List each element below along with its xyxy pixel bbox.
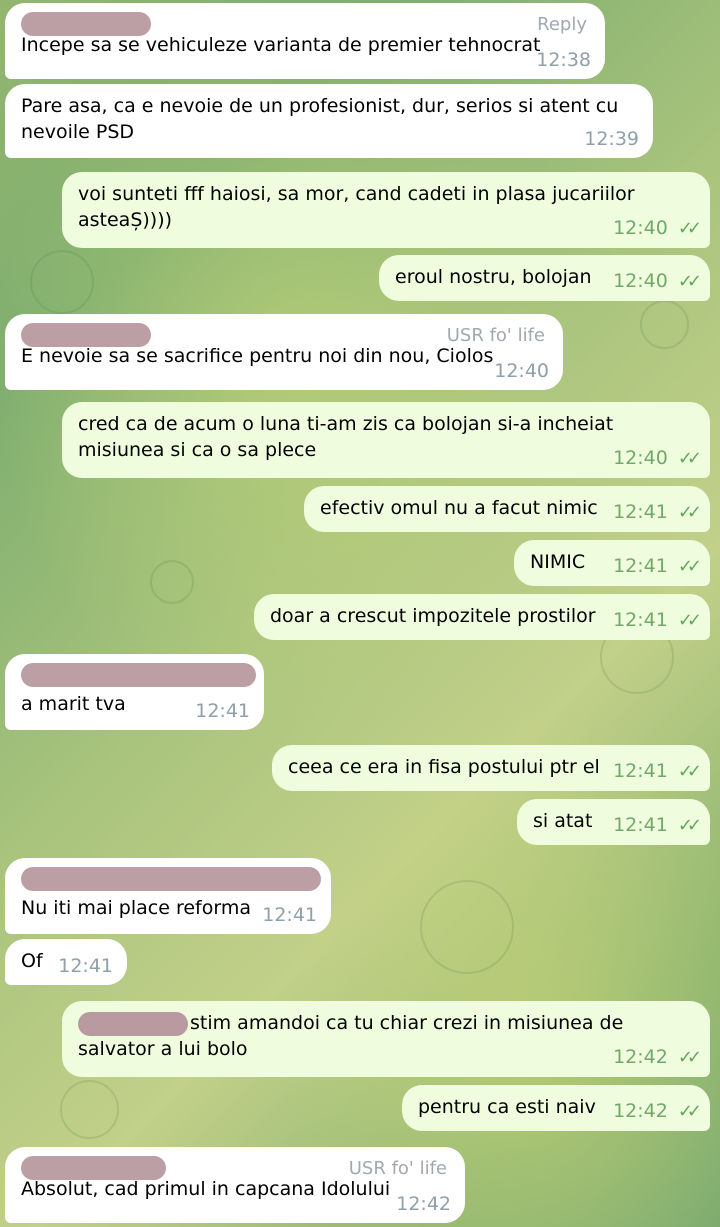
- background-doodle: [150, 560, 194, 604]
- message-time: 12:41: [613, 814, 668, 836]
- outgoing-message[interactable]: efectiv omul nu a facut nimic 12:41 ✓✓: [304, 486, 710, 532]
- message-meta: 12:41 ✓✓: [613, 499, 702, 526]
- message-time: 12:40: [613, 447, 668, 469]
- message-text: Pare asa, ca e nevoie de un profesionist…: [21, 95, 625, 143]
- sender-title: USR fo' life: [348, 1158, 447, 1179]
- incoming-message[interactable]: Of 12:41: [5, 939, 127, 985]
- message-meta: 12:41 ✓✓: [613, 812, 702, 839]
- message-time: 12:39: [584, 128, 639, 150]
- incoming-message[interactable]: a marit tva 12:41: [5, 654, 264, 730]
- message-meta: 12:40 ✓✓: [613, 268, 702, 295]
- double-check-icon: ✓✓: [677, 448, 702, 469]
- reply-label[interactable]: Reply: [537, 12, 587, 38]
- sender-title: USR fo' life: [446, 325, 545, 346]
- message-meta: 12:42 ✓✓: [613, 1044, 702, 1071]
- message-time: 12:41: [613, 501, 668, 523]
- double-check-icon: ✓✓: [677, 556, 702, 577]
- double-check-icon: ✓✓: [677, 271, 702, 292]
- background-doodle: [60, 1080, 119, 1139]
- message-meta: 12:41 ✓✓: [613, 758, 702, 785]
- double-check-icon: ✓✓: [677, 610, 702, 631]
- outgoing-message[interactable]: si atat 12:41 ✓✓: [517, 799, 710, 845]
- incoming-message[interactable]: Reply Incepe sa se vehiculeze varianta d…: [5, 3, 605, 79]
- message-text: stim amandoi ca tu chiar crezi in misiun…: [78, 1011, 630, 1060]
- message-time: 12:42: [396, 1193, 451, 1215]
- message-time: 12:42: [613, 1046, 668, 1068]
- incoming-message[interactable]: USR fo' life Absolut, cad primul in capc…: [5, 1147, 465, 1223]
- message-time: 12:40: [613, 217, 668, 239]
- redacted-sender-name: [21, 12, 151, 36]
- double-check-icon: ✓✓: [677, 1101, 702, 1122]
- message-time: 12:41: [58, 955, 113, 977]
- redacted-mention: [78, 1011, 188, 1036]
- incoming-message[interactable]: Nu iti mai place reforma 12:41: [5, 858, 331, 934]
- outgoing-message[interactable]: NIMIC 12:41 ✓✓: [514, 540, 710, 586]
- incoming-message[interactable]: Pare asa, ca e nevoie de un profesionist…: [5, 84, 653, 158]
- double-check-icon: ✓✓: [677, 218, 702, 239]
- outgoing-message[interactable]: eroul nostru, bolojan 12:40 ✓✓: [379, 255, 710, 301]
- outgoing-message[interactable]: pentru ca esti naiv 12:42 ✓✓: [402, 1085, 710, 1131]
- message-time: 12:40: [494, 360, 549, 382]
- message-time: 12:41: [613, 555, 668, 577]
- incoming-message[interactable]: USR fo' life E nevoie sa se sacrifice pe…: [5, 314, 563, 390]
- message-time: 12:41: [613, 609, 668, 631]
- redacted-sender-name: [21, 867, 321, 891]
- message-meta: 12:40 ✓✓: [613, 215, 702, 242]
- message-meta: 12:42 ✓✓: [613, 1098, 702, 1125]
- double-check-icon: ✓✓: [677, 761, 702, 782]
- message-meta: 12:41 ✓✓: [613, 607, 702, 634]
- outgoing-message[interactable]: cred ca de acum o luna ti-am zis ca bolo…: [62, 402, 710, 478]
- message-meta: 12:40 ✓✓: [613, 445, 702, 472]
- redacted-sender-name: [21, 323, 151, 347]
- message-time: 12:42: [613, 1100, 668, 1122]
- message-time: 12:41: [262, 904, 317, 926]
- message-meta: 12:41 ✓✓: [613, 553, 702, 580]
- outgoing-message[interactable]: stim amandoi ca tu chiar crezi in misiun…: [62, 1001, 710, 1077]
- message-time: 12:38: [536, 49, 591, 71]
- double-check-icon: ✓✓: [677, 1047, 702, 1068]
- message-text: voi sunteti fff haiosi, sa mor, cand cad…: [78, 183, 641, 231]
- outgoing-message[interactable]: doar a crescut impozitele prostilor 12:4…: [254, 594, 710, 640]
- double-check-icon: ✓✓: [677, 815, 702, 836]
- message-time: 12:41: [195, 700, 250, 722]
- redacted-sender-name: [21, 1156, 166, 1180]
- outgoing-message[interactable]: ceea ce era in fisa postului ptr el 12:4…: [272, 745, 710, 791]
- message-text: cred ca de acum o luna ti-am zis ca bolo…: [78, 413, 620, 461]
- message-time: 12:41: [613, 760, 668, 782]
- redacted-sender-name: [21, 663, 256, 687]
- double-check-icon: ✓✓: [677, 502, 702, 523]
- background-doodle: [30, 250, 94, 314]
- background-doodle: [640, 300, 689, 349]
- outgoing-message[interactable]: voi sunteti fff haiosi, sa mor, cand cad…: [62, 172, 710, 248]
- background-doodle: [420, 880, 514, 974]
- message-time: 12:40: [613, 270, 668, 292]
